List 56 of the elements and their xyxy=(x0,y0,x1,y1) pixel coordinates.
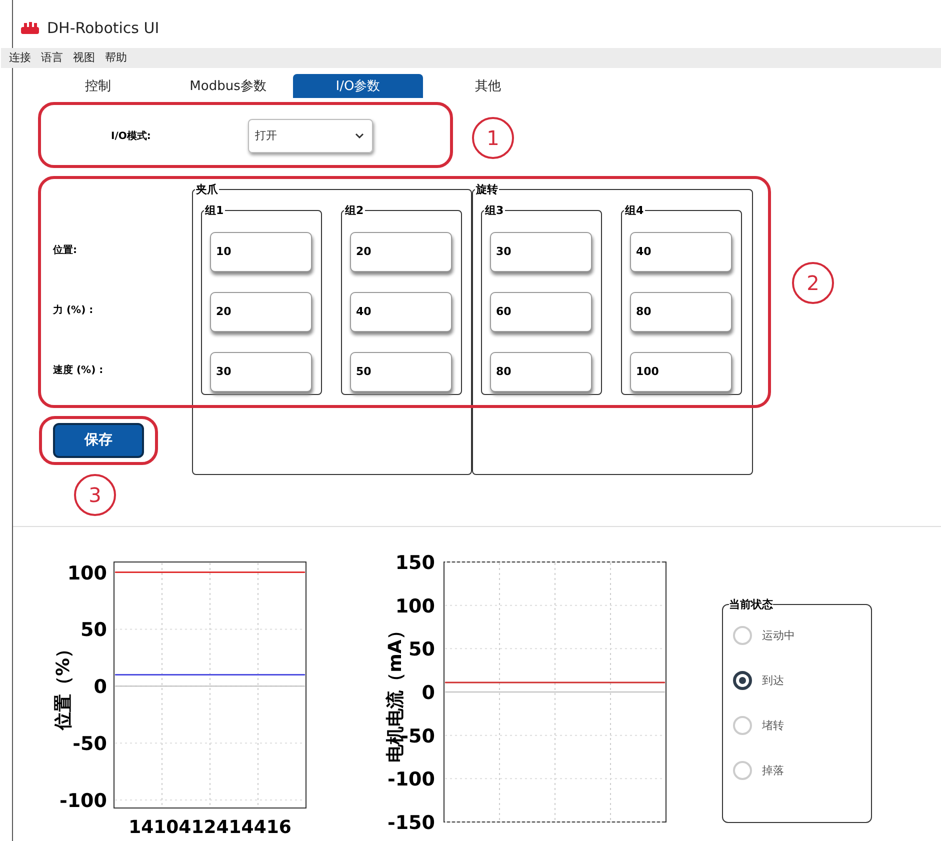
input-field[interactable]: 40 xyxy=(350,292,452,332)
io-mode-dropdown[interactable]: 打开 xyxy=(248,118,373,153)
io-mode-label: I/O模式: xyxy=(111,130,152,143)
group-title: 组2 xyxy=(344,202,365,218)
radio-option[interactable]: 到达 xyxy=(733,671,871,690)
input-field[interactable]: 100 xyxy=(630,352,732,392)
input-field[interactable]: 30 xyxy=(210,352,312,392)
y-tick-label: -50 xyxy=(72,733,107,756)
input-field[interactable]: 50 xyxy=(350,352,452,392)
group-title: 组4 xyxy=(624,202,645,218)
group-title: 当前状态 xyxy=(729,597,773,612)
input-field[interactable]: 20 xyxy=(350,232,452,272)
input-field[interactable]: 40 xyxy=(630,232,732,272)
group-title: 组1 xyxy=(204,202,225,218)
row-label: 速度 (%) : xyxy=(53,363,104,378)
group-title: 组3 xyxy=(484,202,505,218)
input-field[interactable]: 20 xyxy=(210,292,312,332)
y-tick-label: -150 xyxy=(387,812,435,834)
radio-option[interactable]: 掉落 xyxy=(733,761,871,780)
y-tick-label: 150 xyxy=(395,552,435,574)
y-tick-label: 50 xyxy=(408,638,435,661)
annotation-number: 2 xyxy=(792,262,834,304)
y-tick-label: 100 xyxy=(67,562,107,584)
group-title: 旋转 xyxy=(475,182,499,197)
tab[interactable]: Modbus参数 xyxy=(163,74,293,98)
menu-item[interactable]: 语言 xyxy=(41,50,63,66)
input-field[interactable]: 80 xyxy=(630,292,732,332)
menu-item[interactable]: 连接 xyxy=(9,50,31,66)
window-title: DH-Robotics UI xyxy=(47,18,160,37)
tab[interactable]: I/O参数 xyxy=(293,74,423,98)
radio-option[interactable]: 堵转 xyxy=(733,716,871,735)
input-field[interactable]: 10 xyxy=(210,232,312,272)
y-tick-label: 0 xyxy=(422,682,435,704)
annotation-number: 3 xyxy=(74,474,116,516)
y-tick-label: 100 xyxy=(395,595,435,618)
annotation-number: 1 xyxy=(472,116,514,159)
input-field[interactable]: 30 xyxy=(490,232,592,272)
row-label: 位置: xyxy=(53,244,78,258)
menu-item[interactable]: 视图 xyxy=(73,50,95,66)
input-field[interactable]: 60 xyxy=(490,292,592,332)
tab[interactable]: 其他 xyxy=(423,74,553,98)
y-tick-label: 0 xyxy=(94,676,107,698)
x-tick-labels: 1410412414416 xyxy=(128,817,292,838)
tab[interactable]: 控制 xyxy=(33,74,163,98)
menu-item[interactable]: 帮助 xyxy=(105,50,127,66)
y-tick-label: 50 xyxy=(80,619,107,642)
y-tick-label: -100 xyxy=(59,790,107,812)
input-field[interactable]: 80 xyxy=(490,352,592,392)
save-button[interactable]: 保存 xyxy=(53,422,144,458)
logo-icon xyxy=(21,22,39,34)
radio-option[interactable]: 运动中 xyxy=(733,626,871,645)
row-label: 力 (%) : xyxy=(53,304,94,318)
group-title: 夹爪 xyxy=(195,182,219,197)
y-axis-label: 位置（%） xyxy=(53,640,74,730)
chevron-down-icon xyxy=(355,132,364,139)
y-tick-label: -100 xyxy=(387,768,435,791)
